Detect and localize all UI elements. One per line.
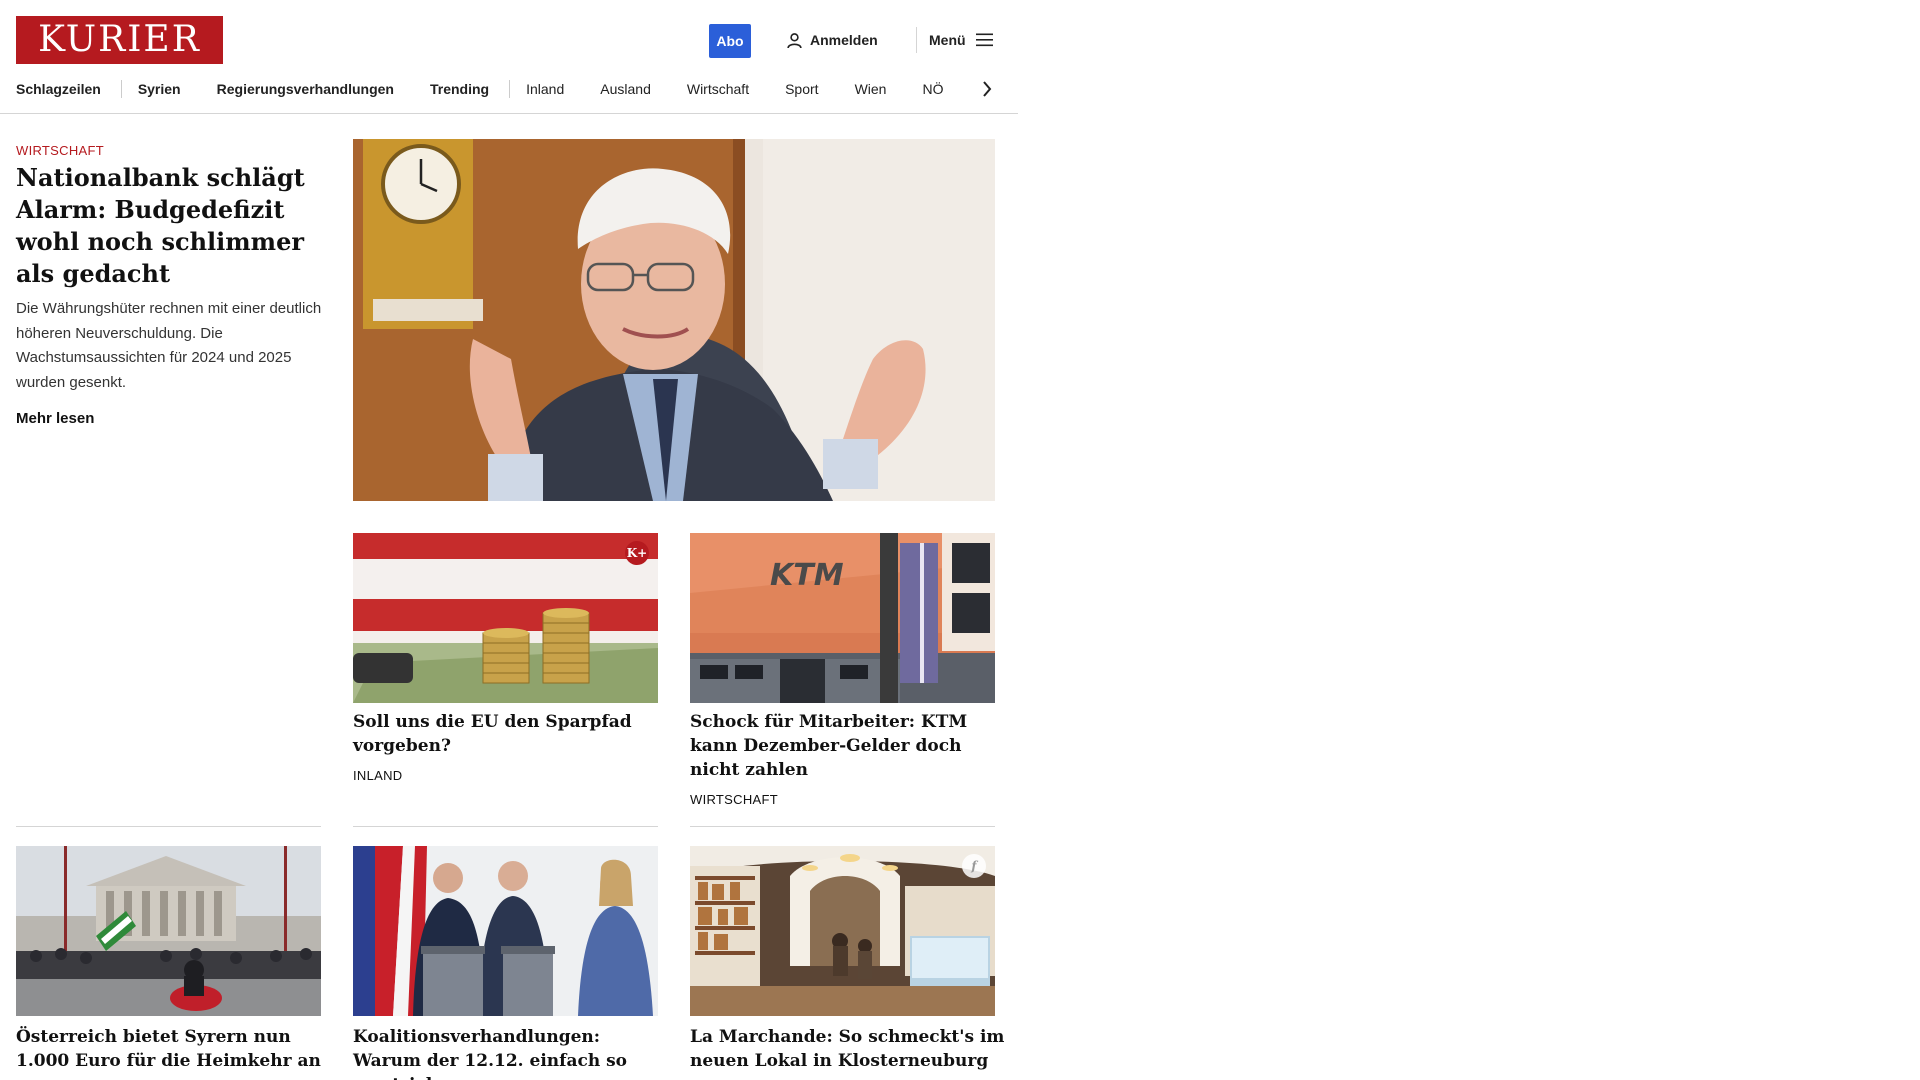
login-button[interactable]: Anmelden <box>786 29 878 51</box>
nav-item-noe[interactable]: NÖ <box>922 81 943 97</box>
menu-button[interactable]: Menü <box>929 29 994 51</box>
card-image-syrer[interactable] <box>16 846 321 1016</box>
site-header: KURIER Abo Anmelden Menü Schlagzeilen Sy… <box>0 0 1018 114</box>
chevron-right-icon <box>982 81 992 97</box>
hero-category-tag[interactable]: WIRTSCHAFT <box>16 143 104 158</box>
card-image-ktm[interactable]: KTM <box>690 533 995 703</box>
card-headline-koalition[interactable]: Koalitionsverhandlungen: Warum der 12.12… <box>353 1025 668 1080</box>
nav-scroll-right-button[interactable] <box>978 78 996 100</box>
card-headline-sparpfad[interactable]: Soll uns die EU den Sparpfad vorgeben? <box>353 710 658 758</box>
nav-item-wirtschaft[interactable]: Wirtschaft <box>687 81 749 97</box>
page: KURIER Abo Anmelden Menü Schlagzeilen Sy… <box>0 0 1018 1080</box>
card-image-koalition[interactable] <box>353 846 658 1016</box>
nav-item-syrien[interactable]: Syrien <box>138 81 181 97</box>
row-divider <box>16 826 321 827</box>
hero-headline[interactable]: Nationalbank schlägt Alarm: Budgedefizit… <box>16 162 326 290</box>
card-headline-ktm[interactable]: Schock für Mitarbeiter: KTM kann Dezembe… <box>690 710 1005 782</box>
hero-teaser: Die Währungshüter rechnen mit einer deut… <box>16 300 322 391</box>
card-image-sparpfad[interactable]: K+ <box>353 533 658 703</box>
nav-item-ausland[interactable]: Ausland <box>600 81 651 97</box>
nav-item-trending[interactable]: Trending <box>430 81 489 97</box>
menu-label: Menü <box>929 32 966 48</box>
nav-item-regierungsverhandlungen[interactable]: Regierungsverhandlungen <box>217 81 394 97</box>
kurier-plus-badge: K+ <box>625 541 649 565</box>
card-tag-ktm[interactable]: WIRTSCHAFT <box>690 792 778 807</box>
kurier-logo[interactable]: KURIER <box>16 16 223 64</box>
login-label: Anmelden <box>810 32 878 48</box>
user-icon <box>786 32 803 49</box>
hero-image[interactable] <box>353 139 995 501</box>
nav-divider <box>120 80 122 98</box>
card-headline-syrer[interactable]: Österreich bietet Syrern nun 1.000 Euro … <box>16 1025 321 1073</box>
section-nav: Schlagzeilen Syrien Regierungsverhandlun… <box>16 76 996 102</box>
row-divider <box>690 826 995 827</box>
card-image-la-marchande[interactable]: f <box>690 846 995 1016</box>
nav-divider <box>509 80 511 98</box>
read-more-link[interactable]: Mehr lesen <box>16 410 94 427</box>
feature-badge: f <box>962 854 986 878</box>
svg-text:KTM: KTM <box>770 558 844 593</box>
nav-item-wien[interactable]: Wien <box>855 81 887 97</box>
row-divider <box>353 826 658 827</box>
card-tag-sparpfad[interactable]: INLAND <box>353 768 402 783</box>
card-headline-la-marchande[interactable]: La Marchande: So schmeckt's im neuen Lok… <box>690 1025 1005 1073</box>
nav-item-schlagzeilen[interactable]: Schlagzeilen <box>16 81 101 97</box>
hamburger-icon <box>975 33 994 47</box>
nav-item-sport[interactable]: Sport <box>785 81 818 97</box>
abo-button[interactable]: Abo <box>709 24 751 58</box>
header-divider <box>916 27 917 53</box>
nav-item-inland[interactable]: Inland <box>526 81 564 97</box>
